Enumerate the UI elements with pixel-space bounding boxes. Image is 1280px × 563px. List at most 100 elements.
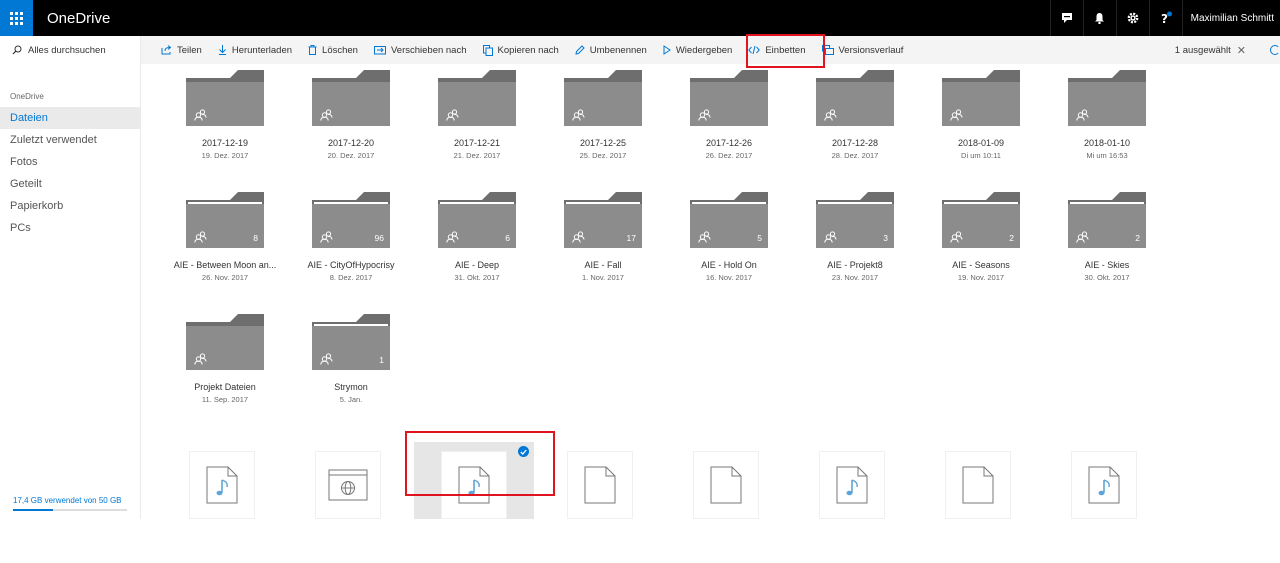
folder-tile[interactable]: 2017-12-25 25. Dez. 2017 bbox=[540, 70, 666, 160]
storage-usage-link[interactable]: 17,4 GB verwendet von 50 GB bbox=[13, 496, 122, 505]
copy-to-button[interactable]: Kopieren nach bbox=[475, 36, 567, 64]
file-tile[interactable] bbox=[315, 451, 381, 519]
folder-item-count: 2 bbox=[1009, 233, 1014, 243]
file-tile[interactable] bbox=[567, 451, 633, 519]
folder-name[interactable]: AIE - Projekt8 bbox=[792, 260, 918, 270]
folder-name[interactable]: AIE - Fall bbox=[540, 260, 666, 270]
file-tile[interactable] bbox=[945, 451, 1011, 519]
folder-name[interactable]: AIE - Skies bbox=[1044, 260, 1170, 270]
folder-name[interactable]: AIE - Between Moon an... bbox=[162, 260, 288, 270]
folder-name[interactable]: 2017-12-20 bbox=[288, 138, 414, 148]
folder-tile[interactable]: 1 Strymon 5. Jan. bbox=[288, 314, 414, 404]
folder-tile[interactable]: 8 AIE - Between Moon an... 26. Nov. 2017 bbox=[162, 192, 288, 282]
play-button[interactable]: Wiedergeben bbox=[655, 36, 741, 64]
play-label: Wiedergeben bbox=[675, 44, 733, 56]
chat-button[interactable] bbox=[1049, 0, 1083, 36]
folder-name[interactable]: AIE - Hold On bbox=[666, 260, 792, 270]
folder-thumbnail bbox=[564, 70, 642, 126]
nav-item-recent[interactable]: Zuletzt verwendet bbox=[0, 129, 140, 151]
embed-highlight-box bbox=[746, 34, 825, 68]
folder-name[interactable]: 2017-12-28 bbox=[792, 138, 918, 148]
folder-item-count: 2 bbox=[1135, 233, 1140, 243]
shared-people-icon bbox=[194, 109, 207, 121]
nav-item-files[interactable]: Dateien bbox=[0, 107, 140, 129]
folder-tile[interactable]: 6 AIE - Deep 31. Okt. 2017 bbox=[414, 192, 540, 282]
rename-button[interactable]: Umbenennen bbox=[567, 36, 655, 64]
folder-name[interactable]: 2018-01-09 bbox=[918, 138, 1044, 148]
nav-item-recycle-bin[interactable]: Papierkorb bbox=[0, 195, 140, 217]
share-icon bbox=[161, 45, 172, 55]
download-button[interactable]: Herunterladen bbox=[210, 36, 300, 64]
folder-tile[interactable]: 2017-12-21 21. Dez. 2017 bbox=[414, 70, 540, 160]
move-to-label: Verschieben nach bbox=[390, 44, 467, 56]
folder-name[interactable]: AIE - Deep bbox=[414, 260, 540, 270]
folder-name[interactable]: 2017-12-19 bbox=[162, 138, 288, 148]
blank-file-icon bbox=[962, 466, 994, 504]
user-name[interactable]: Maximilian Schmitt bbox=[1181, 0, 1280, 36]
move-to-button[interactable]: Verschieben nach bbox=[366, 36, 475, 64]
info-pane-icon[interactable] bbox=[1270, 45, 1280, 55]
settings-button[interactable] bbox=[1115, 0, 1149, 36]
shared-people-icon bbox=[950, 231, 963, 243]
shared-people-icon bbox=[446, 231, 459, 243]
audio-file-icon bbox=[1088, 466, 1120, 504]
folder-thumbnail: 96 bbox=[312, 192, 390, 248]
clear-selection-icon[interactable]: ✕ bbox=[1237, 44, 1246, 57]
shared-people-icon bbox=[572, 109, 585, 121]
share-button[interactable]: Teilen bbox=[153, 36, 210, 64]
file-tile[interactable] bbox=[819, 451, 885, 519]
shared-people-icon bbox=[698, 231, 711, 243]
notifications-button[interactable] bbox=[1082, 0, 1116, 36]
folder-name[interactable]: 2017-12-26 bbox=[666, 138, 792, 148]
folder-tile[interactable]: 2 AIE - Seasons 19. Nov. 2017 bbox=[918, 192, 1044, 282]
folder-tile[interactable]: 5 AIE - Hold On 16. Nov. 2017 bbox=[666, 192, 792, 282]
shared-people-icon bbox=[824, 231, 837, 243]
shared-people-icon bbox=[950, 109, 963, 121]
shared-people-icon bbox=[824, 109, 837, 121]
file-tile[interactable] bbox=[189, 451, 255, 519]
nav-item-photos[interactable]: Fotos bbox=[0, 151, 140, 173]
folder-date: 21. Dez. 2017 bbox=[453, 151, 501, 160]
folder-name[interactable]: 2017-12-21 bbox=[414, 138, 540, 148]
folder-tile[interactable]: 17 AIE - Fall 1. Nov. 2017 bbox=[540, 192, 666, 282]
folder-name[interactable]: Projekt Dateien bbox=[162, 382, 288, 392]
folder-tile[interactable]: 2017-12-26 26. Dez. 2017 bbox=[666, 70, 792, 160]
folder-date: 16. Nov. 2017 bbox=[705, 273, 753, 282]
blank-file-icon bbox=[584, 466, 616, 504]
folder-name[interactable]: 2017-12-25 bbox=[540, 138, 666, 148]
folder-tile[interactable]: 2017-12-28 28. Dez. 2017 bbox=[792, 70, 918, 160]
folder-thumbnail bbox=[942, 70, 1020, 126]
version-history-button[interactable]: Versionsverlauf bbox=[814, 36, 912, 64]
delete-button[interactable]: Löschen bbox=[300, 36, 366, 64]
app-launcher-button[interactable] bbox=[0, 0, 33, 36]
folder-name[interactable]: Strymon bbox=[288, 382, 414, 392]
bell-icon bbox=[1095, 13, 1105, 24]
folder-thumbnail bbox=[438, 70, 516, 126]
folder-tile[interactable]: Projekt Dateien 11. Sep. 2017 bbox=[162, 314, 288, 404]
help-button[interactable]: ? bbox=[1148, 0, 1182, 36]
share-label: Teilen bbox=[177, 44, 202, 56]
folder-tile[interactable]: 96 AIE - CityOfHypocrisy 8. Dez. 2017 bbox=[288, 192, 414, 282]
folder-date: 19. Dez. 2017 bbox=[201, 151, 249, 160]
folder-item-count: 5 bbox=[757, 233, 762, 243]
folder-name[interactable]: AIE - Seasons bbox=[918, 260, 1044, 270]
nav-item-shared[interactable]: Geteilt bbox=[0, 173, 140, 195]
folder-name[interactable]: 2018-01-10 bbox=[1044, 138, 1170, 148]
folder-date: 8. Dez. 2017 bbox=[329, 273, 373, 282]
folder-tile[interactable]: 2 AIE - Skies 30. Okt. 2017 bbox=[1044, 192, 1170, 282]
folder-tile[interactable]: 2018-01-10 Mi um 16:53 bbox=[1044, 70, 1170, 160]
folder-item-count: 17 bbox=[626, 233, 636, 243]
folder-name[interactable]: AIE - CityOfHypocrisy bbox=[288, 260, 414, 270]
folder-tile[interactable]: 2017-12-19 19. Dez. 2017 bbox=[162, 70, 288, 160]
nav-item-pcs[interactable]: PCs bbox=[0, 217, 140, 239]
file-tile[interactable] bbox=[693, 451, 759, 519]
folder-tile[interactable]: 2017-12-20 20. Dez. 2017 bbox=[288, 70, 414, 160]
waffle-icon bbox=[10, 11, 23, 25]
app-title[interactable]: OneDrive bbox=[47, 10, 110, 27]
storage-meter bbox=[13, 509, 127, 511]
folder-tile[interactable]: 3 AIE - Projekt8 23. Nov. 2017 bbox=[792, 192, 918, 282]
shared-people-icon bbox=[194, 231, 207, 243]
file-tile[interactable] bbox=[1071, 451, 1137, 519]
folder-tile[interactable]: 2018-01-09 Di um 10:11 bbox=[918, 70, 1044, 160]
search-box[interactable]: Alles durchsuchen bbox=[0, 36, 141, 64]
